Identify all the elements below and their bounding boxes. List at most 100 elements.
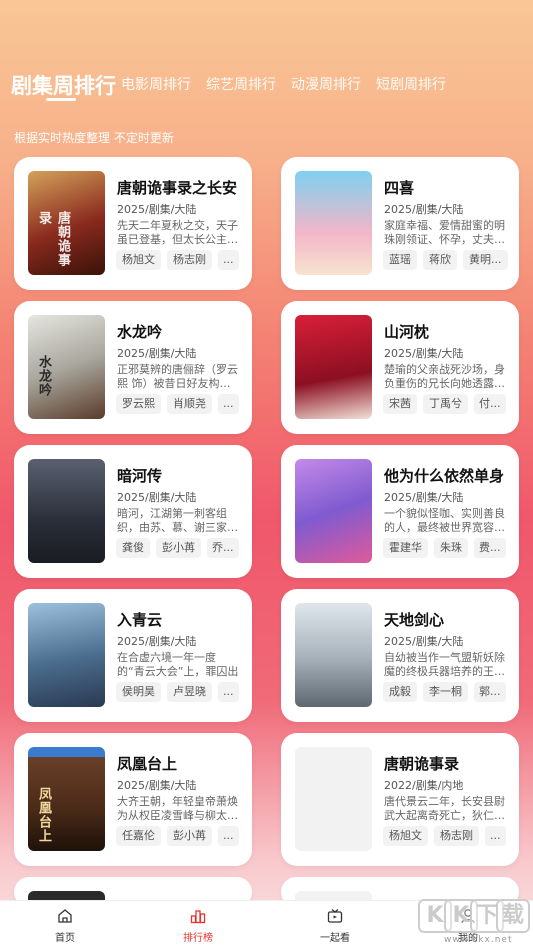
show-meta: 2025/剧集/大陆 [384,491,464,504]
cast-tag: 杨志刚 [167,250,212,270]
show-title: 入青云 [117,611,163,629]
watermark-url: www.kkx.net [444,935,513,945]
cast-tag: 宋茜 [383,394,417,414]
show-card[interactable]: 暗河传 2025/剧集/大陆 暗河，江湖第一刺客组织，由苏、慕、谢三家… 龚俊 … [14,445,252,578]
watermark-char: 载 [496,899,530,933]
cast-tag: 乔... [207,538,239,558]
poster-image: 唐朝诡事录 [28,171,105,275]
watermark-logo: K K 下 载 www.kkx.net [418,893,530,945]
nav-home-label: 首页 [55,933,75,944]
cast-tags: 龚俊 彭小苒 乔... [116,538,239,558]
show-description: 楚瑜的父亲战死沙场，身负重伤的兄长向她透露… [384,363,505,390]
cast-tag: 霍建华 [383,538,428,558]
cast-tag: ... [485,826,506,846]
cast-tags: 罗云熙 肖顺尧 ... [116,394,239,414]
show-description: 自幼被当作一气盟斩妖除魔的终极兵器培养的王… [384,651,505,678]
show-description: 暗河，江湖第一刺客组织，由苏、慕、谢三家… [117,507,238,534]
cast-tags: 霍建华 朱珠 费... [383,538,506,558]
cast-tag: 杨旭文 [383,826,428,846]
cast-tag: 成毅 [383,682,417,702]
show-description: 家庭幸福、爱情甜蜜的明珠刚领证、怀孕，丈夫… [384,219,505,246]
poster-image [295,315,372,419]
cast-tag: 杨志刚 [434,826,479,846]
cast-tags: 任嘉伦 彭小苒 ... [116,826,239,846]
show-description: 一个貌似怪咖、实则善良的人，最终被世界宽容… [384,507,505,534]
cast-tags: 杨旭文 杨志刚 ... [116,250,239,270]
cast-tag: 郭... [474,682,506,702]
show-card[interactable]: 凤凰台上 凤凰台上 2025/剧集/大陆 大齐王朝，年轻皇帝萧焕为从权臣凌雪峰与… [14,733,252,866]
tv-icon [327,909,343,923]
cast-tag: 任嘉伦 [116,826,161,846]
poster-placeholder [295,747,372,851]
show-meta: 2025/剧集/大陆 [384,635,464,648]
cast-tag: 朱珠 [434,538,468,558]
cast-tag: 彭小苒 [167,826,212,846]
show-meta: 2022/剧集/内地 [384,779,464,792]
active-tab-indicator [46,98,76,101]
tab-anime-weekly[interactable]: 动漫周排行 [291,74,361,94]
cast-tags: 成毅 李一桐 郭... [383,682,506,702]
nav-ranking[interactable]: 排行榜 [163,901,233,948]
ranking-tabs: 剧集周排行 电影周排行 综艺周排行 动漫周排行 短剧周排行 [0,62,533,102]
show-title: 水龙吟 [117,323,163,341]
poster-image [295,171,372,275]
show-card[interactable]: 他为什么依然单身 2025/剧集/大陆 一个貌似怪咖、实则善良的人，最终被世界宽… [281,445,519,578]
cast-tag: 杨旭文 [116,250,161,270]
nav-watch-together[interactable]: 一起看 [300,901,370,948]
cast-tags: 侯明昊 卢昱晓 ... [116,682,239,702]
show-card[interactable]: 唐朝诡事录 唐朝诡事录之长安 2025/剧集/大陆 先天二年夏秋之交，天子虽已登… [14,157,252,290]
show-meta: 2025/剧集/大陆 [117,347,197,360]
show-card[interactable]: 水龙吟 水龙吟 2025/剧集/大陆 正邪莫辨的唐俪辞（罗云熙 饰）被昔日好友构… [14,301,252,434]
cast-tag: 卢昱晓 [167,682,212,702]
cast-tag: 黄明... [463,250,508,270]
cast-tag: 罗云熙 [116,394,161,414]
cast-tag: 费... [474,538,506,558]
cast-tag: 付... [474,394,506,414]
show-meta: 2025/剧集/大陆 [117,203,197,216]
tab-variety-weekly[interactable]: 综艺周排行 [206,74,276,94]
tab-movie-weekly[interactable]: 电影周排行 [121,74,191,94]
cast-tag: 龚俊 [116,538,150,558]
show-meta: 2025/剧集/大陆 [384,203,464,216]
cast-tag: 肖顺尧 [167,394,212,414]
show-card[interactable]: 天地剑心 2025/剧集/大陆 自幼被当作一气盟斩妖除魔的终极兵器培养的王… 成… [281,589,519,722]
cast-tag: ... [218,826,239,846]
cast-tag: 彭小苒 [156,538,201,558]
show-card[interactable]: 入青云 2025/剧集/大陆 在合虚六境一年一度的“青云大会”上，罪囚出身的… … [14,589,252,722]
show-description: 唐代景云二年，长安县尉武大起离奇死亡，狄仁… [384,795,505,822]
poster-image [295,459,372,563]
cast-tag: 李一桐 [423,682,468,702]
poster-image: 水龙吟 [28,315,105,419]
show-title: 天地剑心 [384,611,445,629]
show-title: 凤凰台上 [117,755,178,773]
show-description: 大齐王朝，年轻皇帝萧焕为从权臣凌雪峰与柳太… [117,795,238,822]
show-card[interactable]: 唐朝诡事录 2022/剧集/内地 唐代景云二年，长安县尉武大起离奇死亡，狄仁… … [281,733,519,866]
cast-tag: ... [218,250,239,270]
show-title: 唐朝诡事录之长安 [117,179,238,197]
cast-tags: 宋茜 丁禹兮 付... [383,394,506,414]
home-icon [58,909,72,923]
show-description: 在合虚六境一年一度的“青云大会”上，罪囚出身的… [117,651,239,678]
show-title: 暗河传 [117,467,163,485]
show-description: 正邪莫辨的唐俪辞（罗云熙 饰）被昔日好友构… [117,363,238,390]
poster-image [28,603,105,707]
show-description: 先天二年夏秋之交，天子虽已登基，但太长公主… [117,219,238,246]
cast-tag: ... [218,682,239,702]
cast-tags: 杨旭文 杨志刚 ... [383,826,506,846]
cast-tag: 丁禹兮 [423,394,468,414]
show-meta: 2025/剧集/大陆 [117,635,197,648]
nav-home[interactable]: 首页 [30,901,100,948]
show-card[interactable]: 山河枕 2025/剧集/大陆 楚瑜的父亲战死沙场，身负重伤的兄长向她透露… 宋茜… [281,301,519,434]
cast-tags: 蓝瑶 蒋欣 黄明... [383,250,508,270]
cast-tag: 侯明昊 [116,682,161,702]
cast-tag: 蒋欣 [423,250,457,270]
show-title: 四喜 [384,179,415,197]
show-meta: 2025/剧集/大陆 [384,347,464,360]
show-card[interactable]: 四喜 2025/剧集/大陆 家庭幸福、爱情甜蜜的明珠刚领证、怀孕，丈夫… 蓝瑶 … [281,157,519,290]
tab-series-weekly[interactable]: 剧集周排行 [11,70,116,100]
show-title: 山河枕 [384,323,430,341]
tab-short-drama-weekly[interactable]: 短剧周排行 [376,74,446,94]
ranking-icon [190,910,206,924]
nav-ranking-label: 排行榜 [183,933,213,944]
show-title: 唐朝诡事录 [384,755,460,773]
